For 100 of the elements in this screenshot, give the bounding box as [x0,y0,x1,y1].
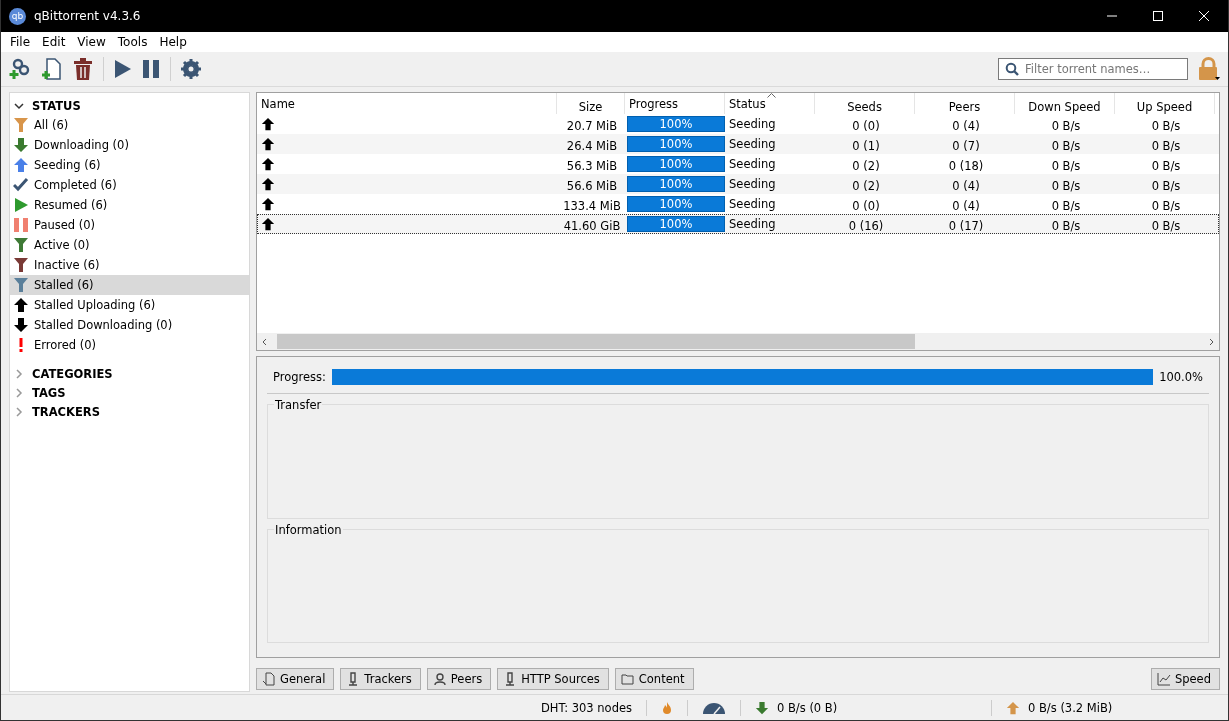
filter-item[interactable]: Stalled Downloading (0) [10,315,249,335]
filter-item[interactable]: All (6) [10,115,249,135]
pause-icon[interactable] [142,59,160,79]
tab-button[interactable]: Content [614,668,694,690]
tab-button[interactable]: HTTP Sources [497,668,609,690]
torrent-row[interactable]: 56.3 MiB 100% Seeding 0 (2) 0 (18) 0 B/s 0 B/s [257,154,1219,174]
table-cell-text: 26.4 MiB [565,138,619,153]
menu-item[interactable]: Tools [112,35,153,49]
table-cell-text: 0 B/s [1150,118,1182,133]
group-title: Information [274,522,343,537]
scroll-right-icon[interactable] [1207,337,1215,346]
tab-button[interactable]: General [256,668,335,690]
section-header[interactable]: TAGS [10,383,249,402]
tab-button[interactable]: Peers [426,668,492,690]
filter-item[interactable]: Resumed (6) [10,195,249,215]
table-cell-text: Seeding [728,176,777,193]
document-icon [262,672,276,686]
up-arrow-icon [261,137,275,151]
filter-item[interactable]: Inactive (6) [10,255,249,275]
app-logo: qb [9,7,26,25]
table-cell-text: 0 (2) [851,158,881,173]
maximize-icon[interactable] [1152,10,1164,22]
progress-text: 100% [658,216,694,232]
tab-button[interactable]: Trackers [340,668,421,690]
up-arrow-icon [261,197,275,211]
torrent-row[interactable]: 41.60 GiB 100% Seeding 0 (16) 0 (17) 0 B/s 0 B/s [257,214,1219,234]
torrent-row[interactable]: 26.4 MiB 100% Seeding 0 (1) 0 (7) 0 B/s 0 B/s [257,134,1219,154]
section-header[interactable]: CATEGORIES [10,364,249,383]
table-cell-text: 0 (1) [851,138,881,153]
trash-icon[interactable] [73,58,93,80]
column-header[interactable]: Peers [915,93,1015,114]
menu-item[interactable]: File [5,35,36,49]
section-header[interactable]: STATUS [10,96,249,115]
filter-item[interactable]: Seeding (6) [10,155,249,175]
torrent-row[interactable]: 20.7 MiB 100% Seeding 0 (0) 0 (4) 0 B/s 0 B/s [257,114,1219,134]
filter-item[interactable]: Completed (6) [10,175,249,195]
torrent-row[interactable]: 56.6 MiB 100% Seeding 0 (2) 0 (4) 0 B/s 0 B/s [257,174,1219,194]
search-input[interactable]: Filter torrent names… [1025,62,1175,76]
up-arrow-icon [261,157,275,171]
section-header[interactable]: TRACKERS [10,402,249,421]
chevron-icon [14,100,24,111]
person-icon [432,672,447,686]
flame-icon [661,700,673,715]
speed-tab-button[interactable]: Speed [1150,668,1220,690]
table-cell-text: Seeding [728,216,777,233]
scroll-left-icon[interactable] [261,337,269,346]
add-link-icon[interactable] [9,58,31,80]
torrent-row[interactable]: 133.4 MiB 100% Seeding 0 (0) 0 (4) 0 B/s 0 B/s [257,194,1219,214]
menu-item[interactable]: Help [154,35,192,49]
up-arrow-icon [261,177,275,191]
table-cell-text: 0 B/s [1050,218,1082,233]
dht-status: DHT: 303 nodes [540,700,632,715]
column-header[interactable]: Down Speed [1015,93,1115,114]
up-arrow-icon [261,117,275,131]
filter-item[interactable]: Paused (0) [10,215,249,235]
progress-label: Progress: [273,370,326,384]
filter-item[interactable]: Stalled (6) [10,275,249,295]
up-arrow-icon [261,217,275,231]
table-cell-text: 0 B/s [1050,118,1082,133]
table-cell-text: 0 B/s [1050,158,1082,173]
table-cell-text: 0 B/s [1150,138,1182,153]
speedometer-icon[interactable] [702,701,726,714]
column-header[interactable]: Seeds [815,93,915,114]
table-cell-text: Seeding [728,116,777,133]
column-header[interactable]: Size [557,93,625,114]
table-cell-text: Seeding [728,136,777,153]
add-file-icon[interactable] [41,58,63,80]
column-header[interactable]: Name [257,93,557,114]
progress-text: 100% [658,136,694,152]
filter-item[interactable]: Errored (0) [10,335,249,355]
close-icon[interactable] [1198,10,1210,22]
table-cell-text: 0 B/s [1150,178,1182,193]
line-chart-icon [1156,672,1171,686]
menu-item[interactable]: View [72,35,111,49]
column-header[interactable]: Up Speed [1115,93,1215,114]
table-cell-text: 0 (18) [947,158,985,173]
filter-item[interactable]: Stalled Uploading (6) [10,295,249,315]
filter-item[interactable]: Downloading (0) [10,135,249,155]
up-arrow-icon [1006,700,1020,715]
folder-icon [620,672,635,686]
chevron-icon [14,387,24,398]
column-header[interactable]: Status [725,93,815,114]
progress-text: 100% [658,196,694,212]
table-cell-text: 56.6 MiB [565,178,619,193]
table-cell-text: 133.4 MiB [562,198,622,213]
filter-item[interactable]: Active (0) [10,235,249,255]
table-cell-text: 0 (16) [847,218,885,233]
play-icon[interactable] [114,59,132,79]
table-cell-text: 0 B/s [1050,138,1082,153]
group-title: Transfer [274,398,323,412]
search-field[interactable]: Filter torrent names… [998,58,1188,80]
horizontal-scrollbar[interactable] [257,333,1219,350]
download-speed: 0 B/s (0 B) [777,700,839,715]
settings-icon[interactable] [181,59,201,79]
table-cell-text: 0 (7) [951,138,981,153]
column-header[interactable]: Progress [625,93,725,114]
table-cell-text: 0 B/s [1150,218,1182,233]
search-icon [1005,62,1019,76]
menu-item[interactable]: Edit [37,35,71,49]
window-title: qBittorrent v4.3.6 [34,9,141,23]
